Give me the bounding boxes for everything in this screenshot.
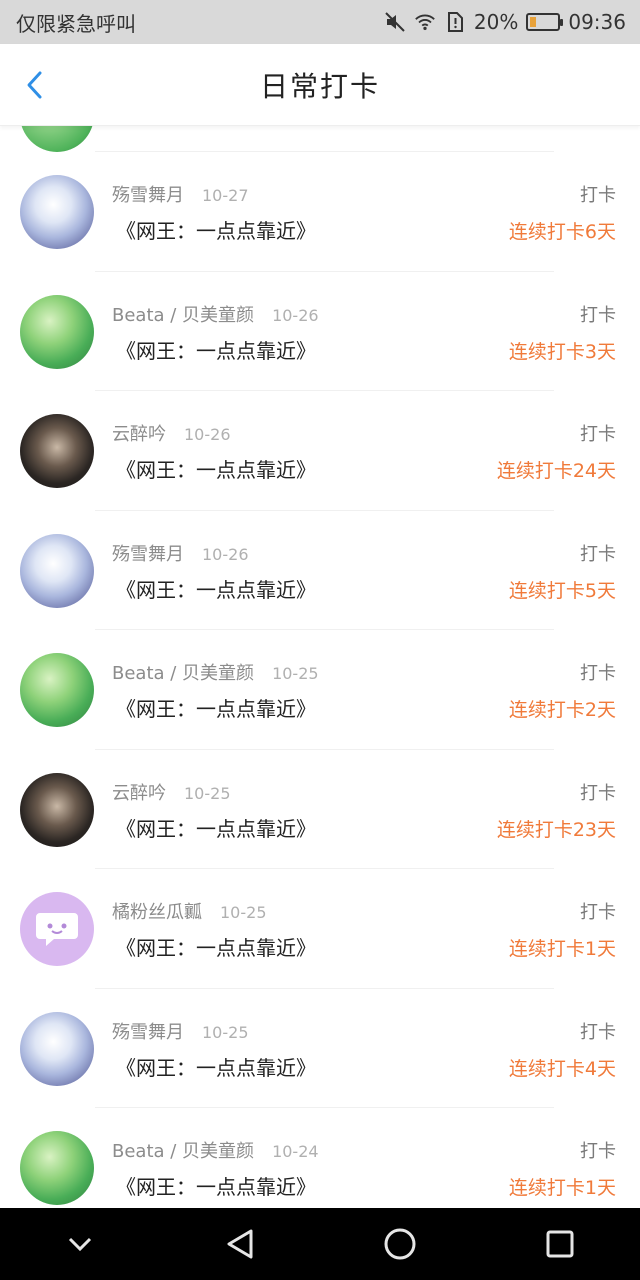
book-title[interactable]: 《网王：一点点靠近》 — [116, 335, 316, 364]
recents-button[interactable] — [530, 1214, 590, 1274]
clock: 09:36 — [568, 10, 626, 34]
streak-badge: 连续打卡24天 — [496, 460, 616, 482]
checkin-meta: 殇雪舞月 10-26 — [112, 540, 249, 566]
book-title[interactable]: 《网王：一点点靠近》 — [116, 574, 316, 603]
avatar[interactable] — [20, 772, 94, 847]
checkin-action-label: 打卡 — [580, 543, 616, 565]
list-item[interactable]: 殇雪舞月 10-26 《网王：一点点靠近》 打卡连续打卡5天 — [0, 511, 640, 630]
checkin-date: 10-26 — [272, 305, 319, 325]
wifi-icon — [414, 11, 436, 33]
list-item[interactable]: 橘粉丝瓜瓤 10-25 《网王：一点点靠近》 打卡连续打卡1天 — [0, 869, 640, 989]
back-button[interactable] — [20, 68, 50, 102]
recents-square-icon — [546, 1230, 574, 1258]
checkin-date: 10-24 — [272, 1142, 319, 1161]
carrier-text: 仅限紧急呼叫 — [16, 11, 136, 36]
user-name[interactable]: 殇雪舞月 — [112, 540, 184, 566]
checkin-action-label: 打卡 — [580, 185, 616, 206]
checkin-date: 10-26 — [202, 544, 249, 564]
checkin-date: 10-25 — [220, 903, 267, 922]
checkin-meta: Beata / 贝美童颜 10-24 — [112, 1137, 319, 1163]
battery-level-fill — [530, 17, 536, 27]
battery-icon — [526, 13, 564, 31]
checkin-date: 10-25 — [272, 664, 319, 683]
checkin-action-label: 打卡 — [580, 782, 616, 804]
sim-alert-icon — [444, 11, 466, 33]
checkin-action-label: 打卡 — [580, 304, 616, 326]
streak-badge: 连续打卡23天 — [496, 818, 616, 841]
avatar[interactable] — [20, 1131, 94, 1205]
checkin-action-label: 打卡 — [580, 1141, 616, 1162]
checkin-meta: 橘粉丝瓜瓤 10-25 — [112, 898, 267, 924]
user-name[interactable]: 云醉吟 — [112, 420, 166, 446]
avatar[interactable] — [20, 175, 94, 249]
list-item[interactable]: 云醉吟 10-26 《网王：一点点靠近》 打卡连续打卡24天 — [0, 391, 640, 511]
collapse-button[interactable] — [50, 1214, 110, 1274]
home-button[interactable] — [370, 1214, 430, 1274]
list-item[interactable]: Beata / 贝美童颜 10-25 《网王：一点点靠近》 打卡连续打卡2天 — [0, 630, 640, 750]
checkin-meta: 殇雪舞月 10-25 — [112, 1018, 249, 1044]
avatar — [20, 126, 94, 152]
user-name[interactable]: Beata / 贝美童颜 — [112, 659, 254, 685]
user-name[interactable]: 云醉吟 — [112, 779, 166, 805]
book-title[interactable]: 《网王：一点点靠近》 — [116, 1171, 316, 1200]
user-name[interactable]: Beata / 贝美童颜 — [112, 1137, 254, 1163]
book-title[interactable]: 《网王：一点点靠近》 — [116, 454, 316, 483]
avatar[interactable] — [20, 1011, 94, 1086]
book-title[interactable]: 《网王：一点点靠近》 — [116, 1052, 316, 1081]
list-item[interactable]: 殇雪舞月 10-27 《网王：一点点靠近》 打卡连续打卡6天 — [0, 152, 640, 272]
user-name[interactable]: 橘粉丝瓜瓤 — [112, 898, 202, 924]
system-back-button[interactable] — [210, 1214, 270, 1274]
user-name[interactable]: 殇雪舞月 — [112, 1018, 184, 1044]
user-name[interactable]: Beata / 贝美童颜 — [112, 301, 254, 327]
checkin-action-label: 打卡 — [580, 424, 616, 445]
checkin-date: 10-25 — [184, 783, 231, 803]
list-item[interactable]: 殇雪舞月 10-25 《网王：一点点靠近》 打卡连续打卡4天 — [0, 989, 640, 1108]
collapse-chevron-icon — [68, 1237, 92, 1252]
checkin-meta: 云醉吟 10-26 — [112, 420, 231, 446]
checkin-action-label: 打卡 — [580, 902, 616, 923]
chevron-left-icon — [27, 71, 42, 99]
streak-badge: 连续打卡2天 — [508, 699, 616, 721]
avatar[interactable] — [20, 414, 94, 488]
list-item[interactable]: 云醉吟 10-25 《网王：一点点靠近》 打卡连续打卡23天 — [0, 750, 640, 869]
home-circle-icon — [384, 1228, 416, 1260]
avatar[interactable] — [20, 294, 94, 369]
streak-badge: 连续打卡6天 — [508, 221, 616, 243]
list-item[interactable]: Beata / 贝美童颜 10-26 《网王：一点点靠近》 打卡连续打卡3天 — [0, 272, 640, 391]
streak-badge: 连续打卡5天 — [508, 579, 616, 602]
book-title[interactable]: 《网王：一点点靠近》 — [116, 215, 316, 244]
user-name[interactable]: 殇雪舞月 — [112, 181, 184, 207]
checkin-meta: Beata / 贝美童颜 10-26 — [112, 301, 319, 327]
status-icons: 20% 09:36 — [384, 10, 626, 34]
book-title[interactable]: 《网王：一点点靠近》 — [116, 693, 316, 722]
header: 日常打卡 — [0, 44, 640, 126]
checkin-meta: Beata / 贝美童颜 10-25 — [112, 659, 319, 685]
checkin-date: 10-27 — [202, 186, 249, 205]
avatar[interactable] — [20, 892, 94, 966]
avatar[interactable] — [20, 533, 94, 608]
book-title[interactable]: 《网王：一点点靠近》 — [116, 813, 316, 842]
back-triangle-icon — [227, 1229, 253, 1259]
checkin-date: 10-26 — [184, 425, 231, 444]
checkin-action-label: 打卡 — [580, 663, 616, 684]
page-title: 日常打卡 — [259, 69, 380, 103]
chat-bubble-icon — [36, 913, 78, 946]
checkin-action-label: 打卡 — [580, 1021, 616, 1043]
battery-percent: 20% — [473, 10, 519, 34]
checkin-meta: 云醉吟 10-25 — [112, 779, 231, 805]
mute-icon — [384, 11, 406, 33]
checkin-list[interactable]: 殇雪舞月 10-27 《网王：一点点靠近》 打卡 连续打卡6天 Beata / 贝美童颜 1… — [0, 126, 640, 1208]
streak-badge: 连续打卡3天 — [508, 340, 616, 363]
list-item-partial — [0, 126, 640, 152]
checkin-date: 10-25 — [202, 1022, 249, 1042]
streak-badge: 连续打卡1天 — [508, 1177, 616, 1199]
list-item[interactable]: Beata / 贝美童颜 10-24 《网王：一点点靠近》 打卡连续打卡1天 — [0, 1108, 640, 1208]
streak-badge: 连续打卡4天 — [508, 1057, 616, 1080]
system-nav-bar — [0, 1208, 640, 1280]
book-title[interactable]: 《网王：一点点靠近》 — [116, 932, 316, 961]
status-bar: 仅限紧急呼叫 20% 09:36 — [0, 0, 640, 44]
avatar[interactable] — [20, 653, 94, 727]
streak-badge: 连续打卡1天 — [508, 938, 616, 960]
checkin-meta: 殇雪舞月 10-27 — [112, 181, 249, 207]
